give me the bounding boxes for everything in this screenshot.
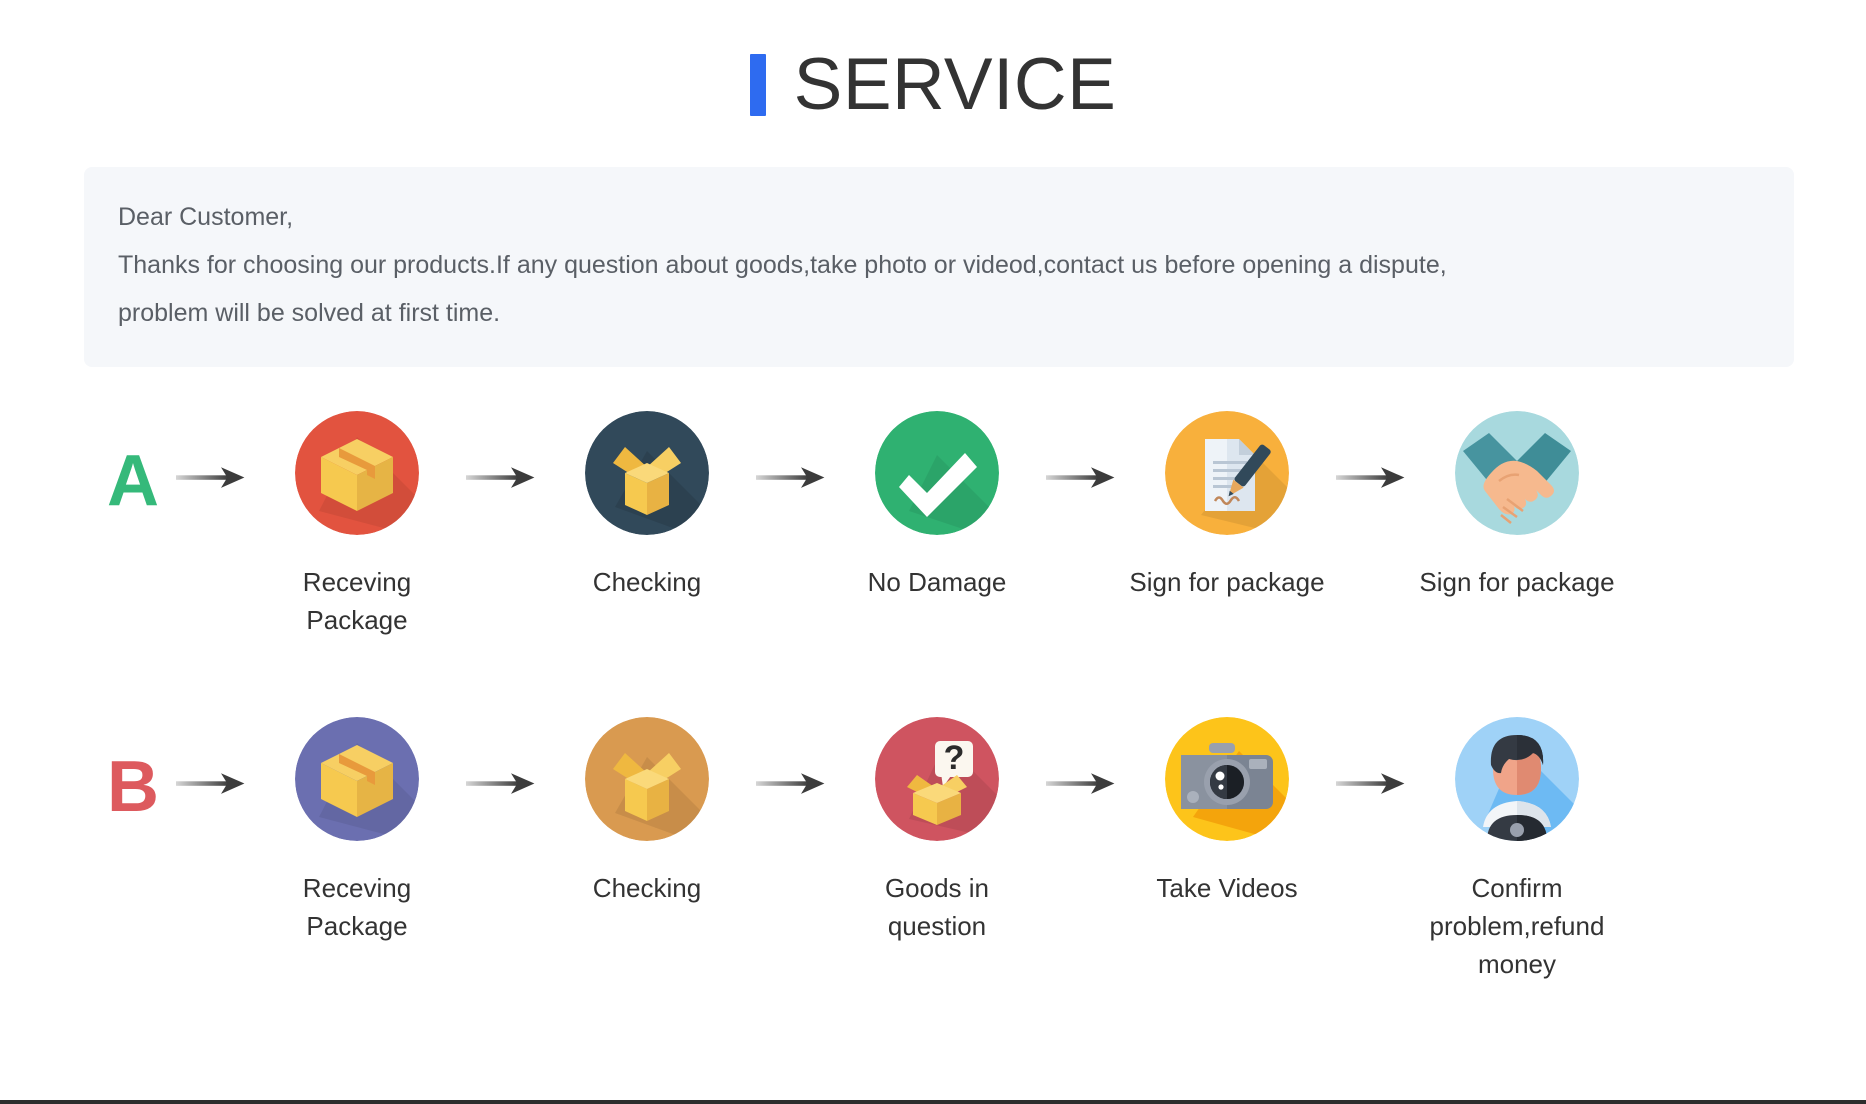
arrow-icon: [1040, 717, 1124, 837]
open-box-icon: [585, 717, 709, 841]
handshake-icon: [1455, 411, 1579, 535]
question-box-icon: ?: [875, 717, 999, 841]
arrow-icon: [750, 717, 834, 837]
flow-step: Checking: [544, 411, 750, 601]
flow-step-label: Goods in question: [884, 873, 990, 941]
page-title: SERVICE: [793, 44, 1117, 125]
service-page: SERVICE Dear Customer, Thanks for choosi…: [0, 0, 1866, 1104]
page-header: SERVICE: [0, 0, 1866, 121]
flow-step-label: Sign for package: [1129, 567, 1325, 597]
support-person-icon: [1455, 717, 1579, 841]
flow-step: Receving Package: [254, 411, 460, 639]
flow-row-a-letter: A: [107, 441, 159, 521]
svg-text:?: ?: [944, 739, 965, 777]
camera-icon: [1165, 717, 1289, 841]
flow-row-b-letter: B: [107, 747, 159, 827]
arrow-icon: [460, 411, 544, 531]
flow-step-label: Confirm problem,refund money: [1429, 873, 1605, 979]
arrow-icon: [1330, 411, 1414, 531]
package-box-icon: [295, 717, 419, 841]
notice-line-2: Thanks for choosing our products.If any …: [118, 251, 1447, 279]
arrow-icon: [170, 717, 254, 837]
flow-step-label: No Damage: [867, 567, 1007, 597]
flow-step-label: Checking: [592, 567, 702, 597]
arrow-icon: [170, 411, 254, 531]
flow-step: ? Goods in question: [834, 717, 1040, 945]
flow-step: Checking: [544, 717, 750, 907]
flow-row-a: A Receving Package Checking No Damage Si…: [0, 411, 1866, 639]
flow-step-label: Checking: [592, 873, 702, 903]
customer-notice-box: Dear Customer, Thanks for choosing our p…: [84, 167, 1794, 367]
flow-step: Receving Package: [254, 717, 460, 945]
flow-step: Confirm problem,refund money: [1414, 717, 1620, 983]
flow-step: Take Videos: [1124, 717, 1330, 907]
package-box-icon: [295, 411, 419, 535]
flow-step-label: Receving Package: [302, 873, 412, 941]
flow-step: Sign for package: [1414, 411, 1620, 601]
arrow-icon: [460, 717, 544, 837]
flow-step-label: Sign for package: [1419, 567, 1615, 597]
flow-step-label: Take Videos: [1156, 873, 1298, 903]
arrow-icon: [1330, 717, 1414, 837]
flow-row-b: B Receving Package Checking ? Goods in q…: [0, 717, 1866, 983]
flow-step-label: Receving Package: [302, 567, 412, 635]
notice-line-3: problem will be solved at first time.: [118, 299, 501, 327]
arrow-icon: [1040, 411, 1124, 531]
open-box-icon: [585, 411, 709, 535]
check-mark-icon: [875, 411, 999, 535]
title-accent-bar: [749, 53, 766, 116]
notice-line-1: Dear Customer,: [118, 203, 294, 231]
flow-step: No Damage: [834, 411, 1040, 601]
document-pen-icon: [1165, 411, 1289, 535]
page-header-inner: SERVICE: [749, 44, 1117, 125]
arrow-icon: [750, 411, 834, 531]
bottom-divider: [0, 1100, 1866, 1104]
flow-step: Sign for package: [1124, 411, 1330, 601]
